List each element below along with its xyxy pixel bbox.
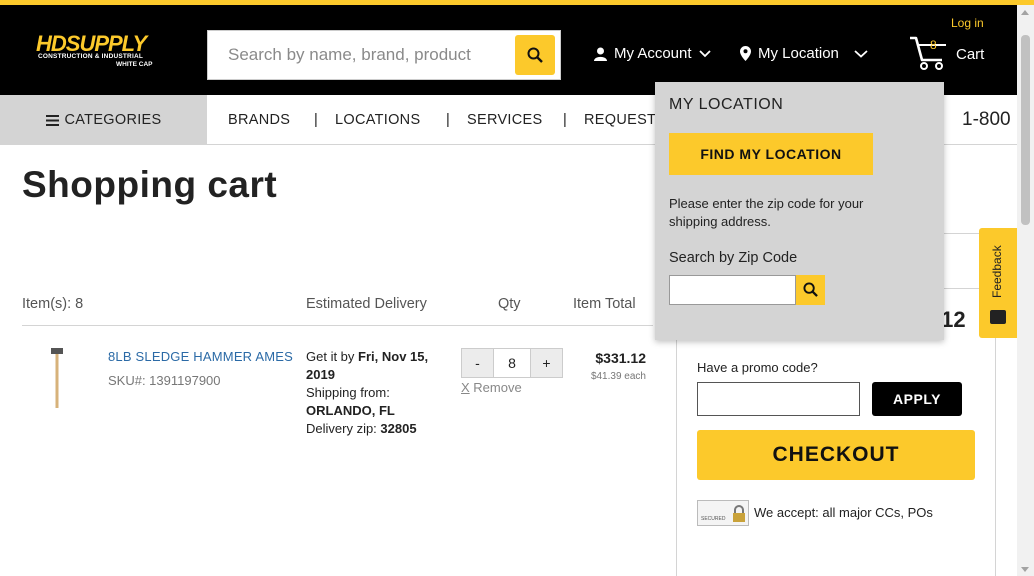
scrollbar-thumb[interactable] [1021, 35, 1030, 225]
delivery-header: Estimated Delivery [306, 296, 427, 312]
remove-item-link[interactable]: X Remove [461, 380, 522, 395]
chevron-down-icon [854, 49, 868, 58]
search-icon [803, 282, 818, 297]
remove-label: Remove [469, 380, 522, 395]
delivery-zip: 32805 [380, 421, 417, 436]
nav-locations[interactable]: LOCATIONS [335, 112, 420, 128]
user-icon [594, 47, 607, 61]
search-input[interactable] [208, 31, 514, 79]
chevron-down-icon [698, 49, 711, 57]
location-instructions: Please enter the zip code for your shipp… [669, 196, 864, 229]
shipping-origin: ORLANDO, FL [306, 403, 395, 418]
cart-label: Cart [956, 46, 985, 63]
location-dropdown-panel: MY LOCATION FIND MY LOCATION Please ente… [655, 82, 944, 340]
promo-code-input[interactable] [697, 382, 860, 416]
categories-menu-button[interactable]: CATEGORIES [0, 95, 207, 145]
promo-label: Have a promo code? [697, 360, 818, 375]
qty-header: Qty [498, 296, 521, 312]
nav-separator: | [446, 112, 450, 128]
nav-request[interactable]: REQUEST [584, 112, 656, 128]
qty-input[interactable] [493, 349, 531, 377]
find-my-location-button[interactable]: FIND MY LOCATION [669, 133, 873, 175]
scroll-down-arrow-icon[interactable] [1021, 567, 1029, 572]
feedback-tab[interactable]: Feedback [979, 228, 1017, 338]
logo-subtitle: CONSTRUCTION & INDUSTRIAL [38, 53, 144, 60]
cart-link[interactable]: 8 Cart [908, 35, 998, 75]
shipping-from-label: Shipping from: [306, 385, 390, 400]
my-account-menu[interactable]: My Account [594, 45, 711, 62]
nav-separator: | [563, 112, 567, 128]
checkout-button[interactable]: CHECKOUT [697, 430, 975, 480]
cart-icon [910, 36, 946, 70]
location-panel-title: MY LOCATION [669, 96, 784, 113]
feedback-label: Feedback [990, 245, 1004, 298]
my-location-label: My Location [758, 45, 839, 62]
cart-count-badge: 8 [930, 38, 937, 52]
search-bar [207, 30, 561, 80]
logo-subtitle-2: WHITE CAP [116, 61, 153, 68]
phone-number[interactable]: 1-800 [962, 109, 1011, 131]
my-account-label: My Account [614, 45, 692, 62]
login-link[interactable]: Log in [951, 16, 984, 30]
apply-promo-button[interactable]: APPLY [872, 382, 962, 416]
delivery-info: Get it by Fri, Nov 15, 2019 Shipping fro… [306, 348, 446, 438]
categories-label: CATEGORIES [64, 112, 162, 128]
item-total-header: Item Total [573, 296, 636, 312]
item-total-price: $331.12 [595, 350, 646, 366]
unit-price: $41.39 each [590, 371, 646, 382]
padlock-icon [733, 505, 745, 522]
product-thumbnail[interactable] [48, 348, 66, 408]
scroll-up-arrow-icon[interactable] [1021, 10, 1029, 15]
nav-services[interactable]: SERVICES [467, 112, 542, 128]
delivery-zip-label: Delivery zip: [306, 421, 381, 436]
search-icon [527, 47, 543, 63]
qty-decrease-button[interactable]: - [462, 349, 493, 377]
page-scrollbar[interactable] [1017, 5, 1034, 576]
location-pin-icon [740, 46, 751, 61]
product-sku: SKU#: 1391197900 [108, 373, 221, 388]
items-count-header: Item(s): 8 [22, 296, 84, 312]
zip-search-button[interactable] [796, 275, 825, 305]
feedback-icon [990, 310, 1006, 324]
secured-badge: SECURED [697, 500, 749, 526]
page-title: Shopping cart [22, 164, 278, 205]
product-name-link[interactable]: 8LB SLEDGE HAMMER AMES [108, 349, 293, 364]
badge-text: SECURED [701, 516, 726, 522]
table-header-divider [22, 325, 653, 326]
nav-separator: | [314, 112, 318, 128]
get-it-by-label: Get it by [306, 349, 359, 364]
hamburger-icon [45, 114, 59, 126]
search-button[interactable] [515, 35, 555, 75]
nav-brands[interactable]: BRANDS [228, 112, 290, 128]
remove-x-icon: X [461, 380, 470, 395]
my-location-menu[interactable]: My Location [740, 45, 868, 62]
zip-code-input[interactable] [669, 275, 796, 305]
zip-search-label: Search by Zip Code [669, 250, 798, 266]
payment-accepted-text: We accept: all major CCs, POs [754, 505, 933, 520]
hdsupply-logo[interactable]: HDSUPPLY CONSTRUCTION & INDUSTRIAL WHITE… [36, 31, 172, 71]
